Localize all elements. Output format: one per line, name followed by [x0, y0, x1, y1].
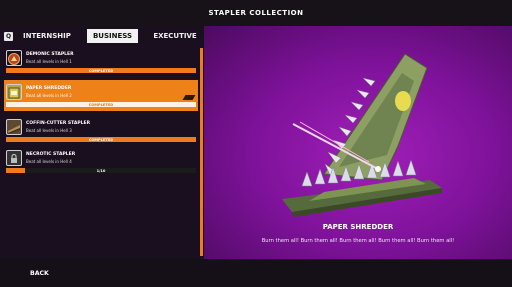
coffin-cutter-icon	[6, 119, 22, 135]
tab-executive[interactable]: EXECUTIVE	[144, 29, 206, 43]
item-desc: Beat all levels in Hell 4	[26, 159, 72, 164]
item-name: COFFIN-CUTTER STAPLER	[26, 121, 91, 126]
prev-tab-key[interactable]: Q	[4, 31, 13, 41]
list-item-demonic-stapler[interactable]: DEMONIC STAPLER Beat all levels in Hell …	[4, 46, 198, 77]
paper-shredder-icon	[6, 84, 22, 100]
progress-label: COMPLETED	[88, 137, 114, 142]
item-name: DEMONIC STAPLER	[26, 52, 74, 57]
item-name: NECROTIC STAPLER	[26, 152, 76, 157]
list-item-necrotic-stapler[interactable]: NECROTIC STAPLER Beat all levels in Hell…	[4, 146, 198, 177]
progress-label: COMPLETED	[88, 102, 114, 107]
list-scrollbar[interactable]	[200, 48, 203, 256]
item-name: PAPER SHREDDER	[26, 86, 72, 91]
preview-description: Burn them all! Burn them all! Burn them …	[261, 238, 455, 244]
preview-title: PAPER SHREDDER	[322, 223, 394, 231]
tab-internship[interactable]: INTERNSHIP	[23, 29, 81, 43]
demonic-stapler-icon	[6, 50, 22, 66]
stapler-preview-panel: PAPER SHREDDER Burn them all! Burn them …	[204, 26, 512, 259]
page-title: STAPLER COLLECTION	[208, 9, 304, 17]
item-desc: Beat all levels in Hell 3	[26, 128, 72, 133]
progress-bar: COMPLETED	[6, 102, 196, 107]
stapler-list: DEMONIC STAPLER Beat all levels in Hell …	[4, 46, 198, 258]
footer-bar: BACK	[0, 259, 512, 287]
item-desc: Beat all levels in Hell 1	[26, 59, 72, 64]
progress-label: 1/10	[96, 168, 106, 173]
list-item-paper-shredder[interactable]: PAPER SHREDDER Beat all levels in Hell 2…	[4, 80, 198, 111]
progress-bar: COMPLETED	[6, 137, 196, 142]
progress-bar: 1/10	[6, 168, 196, 173]
equipped-stapler-icon	[182, 95, 196, 100]
list-item-coffin-cutter-stapler[interactable]: COFFIN-CUTTER STAPLER Beat all levels in…	[4, 115, 198, 146]
progress-label: COMPLETED	[88, 68, 114, 73]
item-desc: Beat all levels in Hell 2	[26, 93, 72, 98]
progress-bar: COMPLETED	[6, 68, 196, 73]
tab-business[interactable]: BUSINESS	[87, 29, 138, 43]
lock-icon	[6, 150, 22, 166]
category-tabs: Q INTERNSHIP BUSINESS EXECUTIVE E	[4, 29, 216, 43]
header-bar: STAPLER COLLECTION	[0, 0, 512, 26]
progress-fill	[6, 168, 25, 173]
back-button[interactable]: BACK	[30, 270, 49, 277]
